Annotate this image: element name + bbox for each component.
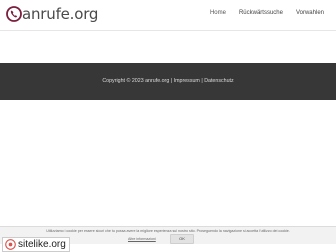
globe-icon bbox=[5, 239, 16, 250]
nav-item-vorwahlen[interactable]: Vorwahlen bbox=[296, 10, 324, 16]
copyright-text: Copyright © 2023 anrufe.org bbox=[102, 78, 170, 84]
sitelike-badge[interactable]: sitelike.org bbox=[2, 237, 70, 252]
phone-logo-icon bbox=[6, 6, 22, 22]
datenschutz-link[interactable]: Datenschutz bbox=[204, 78, 233, 84]
cookie-notice-text: Utilizziamo i cookie per essere sicuri c… bbox=[46, 229, 290, 233]
cookie-info-link[interactable]: Altre informazioni bbox=[128, 237, 156, 241]
site-header: anrufe.org Home Rückwärtssuche Vorwahlen bbox=[0, 0, 336, 31]
footer-separator: | bbox=[170, 78, 173, 84]
nav-item-rueckwaertssuche[interactable]: Rückwärtssuche bbox=[239, 10, 283, 16]
badge-text: sitelike.org bbox=[18, 239, 66, 250]
site-logo[interactable]: anrufe.org bbox=[6, 5, 98, 23]
nav-item-home[interactable]: Home bbox=[210, 10, 226, 16]
impressum-link[interactable]: Impressum bbox=[174, 78, 200, 84]
site-footer: Copyright © 2023 anrufe.org | Impressum … bbox=[0, 63, 336, 100]
footer-line: Copyright © 2023 anrufe.org | Impressum … bbox=[0, 78, 336, 84]
footer-separator: | bbox=[201, 78, 203, 84]
cookie-ok-button[interactable]: OK bbox=[170, 234, 194, 244]
logo-text: anrufe.org bbox=[22, 5, 99, 23]
main-nav: Home Rückwärtssuche Vorwahlen bbox=[210, 10, 324, 16]
